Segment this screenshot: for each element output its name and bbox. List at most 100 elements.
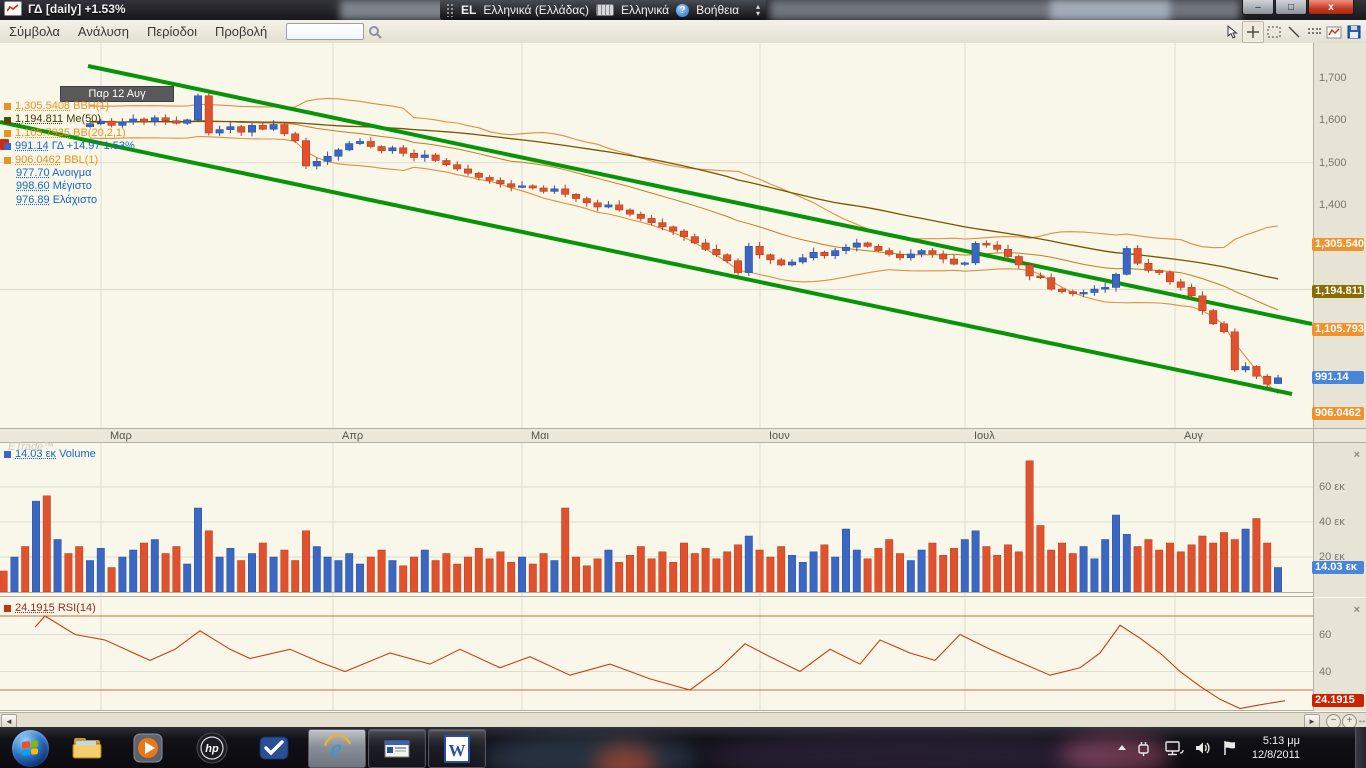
show-desktop-button[interactable] <box>1355 727 1366 768</box>
language-code[interactable]: EL <box>461 3 476 17</box>
start-button[interactable] <box>8 730 52 766</box>
trendline-tool-icon[interactable] <box>1284 22 1304 42</box>
volume-bar <box>140 543 147 592</box>
volume-bar <box>940 555 947 592</box>
hp-icon[interactable]: hp <box>190 730 234 766</box>
language-bar[interactable]: EL Ελληνικά (Ελλάδας) Ελληνικά ? Βοήθεια… <box>440 0 766 20</box>
candle <box>918 251 925 254</box>
grid-snap-tool-icon[interactable] <box>1304 22 1324 42</box>
menu-symbols[interactable]: Σύμβολα <box>0 22 69 41</box>
candle <box>745 246 752 272</box>
candle <box>1188 287 1195 295</box>
taskbar-button-internet-explorer[interactable]: e <box>308 729 366 768</box>
candlestick-chart[interactable] <box>0 43 1313 428</box>
candle <box>562 189 569 194</box>
volume-bar <box>562 508 569 592</box>
candle <box>475 173 482 177</box>
candle <box>583 199 590 203</box>
bollinger-upper-band <box>90 98 1278 247</box>
maximize-button[interactable]: □ <box>1275 0 1307 15</box>
candle <box>1048 278 1055 289</box>
time-axis-corner <box>1313 428 1366 443</box>
candle <box>929 251 936 254</box>
volume-bar <box>1004 545 1011 592</box>
candle <box>1166 273 1173 282</box>
menu-analysis[interactable]: Ανάλυση <box>69 22 138 41</box>
help-label[interactable]: Βοήθεια <box>696 3 739 17</box>
fit-width-icon[interactable]: ↔ <box>1357 715 1366 726</box>
volume-bar <box>767 557 774 592</box>
volume-bar <box>292 561 299 593</box>
candle <box>205 96 212 133</box>
taskbar-clock[interactable]: 5:13 μμ 12/8/2011 <box>1252 734 1300 762</box>
candle <box>302 141 309 166</box>
volume-bar <box>119 557 126 592</box>
candle <box>238 127 245 132</box>
volume-bar <box>626 555 633 592</box>
candle <box>616 205 623 210</box>
volume-bar <box>551 561 558 593</box>
menu-view[interactable]: Προβολή <box>206 22 276 41</box>
chart-scrollbar[interactable]: ◄ ► − + ↔ <box>0 712 1366 727</box>
sync-app-icon[interactable] <box>252 730 296 766</box>
save-icon[interactable] <box>1344 22 1364 42</box>
volume-icon[interactable] <box>1194 740 1212 756</box>
keyboard-layout-label[interactable]: Ελληνικά <box>621 3 669 17</box>
candle <box>410 153 417 157</box>
volume-bar <box>680 543 687 592</box>
action-center-flag-icon[interactable] <box>1222 739 1238 756</box>
volume-bar <box>1156 550 1163 592</box>
taskbar-button-utility-app[interactable] <box>368 729 426 768</box>
volume-bar <box>410 557 417 592</box>
volume-bar <box>983 547 990 593</box>
language-name[interactable]: Ελληνικά (Ελλάδας) <box>483 3 589 17</box>
close-button[interactable]: x <box>1308 0 1354 15</box>
region-select-tool-icon[interactable] <box>1264 22 1284 42</box>
volume-bar <box>864 559 871 592</box>
power-icon[interactable] <box>1136 740 1154 756</box>
media-player-icon[interactable] <box>126 730 170 766</box>
help-icon[interactable]: ? <box>676 4 689 17</box>
langbar-options-icon[interactable]: ▴▾ <box>756 3 760 17</box>
keyboard-icon[interactable] <box>596 4 614 16</box>
minimize-button[interactable]: – <box>1242 0 1274 15</box>
close-rsi-panel-icon[interactable]: × <box>1354 604 1360 616</box>
legend-item: 1,105.7935 BB(20,2,1) <box>4 127 135 140</box>
crosshair-tool-icon[interactable] <box>1242 21 1264 43</box>
volume-bar <box>529 564 536 592</box>
rsi-panel[interactable]: 24.1915 RSI(14) <box>0 598 1313 711</box>
network-icon[interactable] <box>1164 740 1184 756</box>
close-volume-panel-icon[interactable]: × <box>1354 449 1360 461</box>
explorer-icon[interactable] <box>66 730 110 766</box>
taskbar-button-word[interactable]: W <box>428 729 486 768</box>
candle <box>1026 265 1033 276</box>
volume-bar <box>313 547 320 593</box>
candle <box>680 231 687 236</box>
volume-bar <box>335 561 342 593</box>
menu-periods[interactable]: Περίοδοι <box>138 22 206 41</box>
candle <box>756 246 763 254</box>
langbar-grip[interactable] <box>446 3 454 17</box>
clock-date: 12/8/2011 <box>1252 749 1300 761</box>
candle <box>400 148 407 153</box>
candle <box>194 96 201 120</box>
candle <box>259 125 266 129</box>
bollinger-mid-line <box>90 120 1278 310</box>
volume-chart[interactable] <box>0 443 1313 596</box>
volume-panel[interactable]: 14.03 εκ Volume <box>0 443 1313 597</box>
app-chart-icon <box>4 1 22 16</box>
search-icon[interactable] <box>368 25 382 39</box>
trend-channel-upper[interactable] <box>88 66 1312 324</box>
volume-bar <box>432 561 439 593</box>
symbol-search-input[interactable] <box>286 23 364 40</box>
cursor-tool-icon[interactable] <box>1222 22 1242 42</box>
show-hidden-icons[interactable] <box>1118 745 1126 750</box>
volume-bar <box>346 554 353 593</box>
month-label: Ιουν <box>769 430 790 442</box>
candle <box>1264 376 1271 384</box>
price-chart-panel[interactable]: Παρ 12 Αυγ 1,305.5408 BBH(1)1,194.811 Me… <box>0 43 1313 428</box>
chart-style-icon[interactable] <box>1324 22 1344 42</box>
volume-bar <box>216 557 223 592</box>
candle <box>767 255 774 260</box>
rsi-chart[interactable] <box>0 598 1313 710</box>
